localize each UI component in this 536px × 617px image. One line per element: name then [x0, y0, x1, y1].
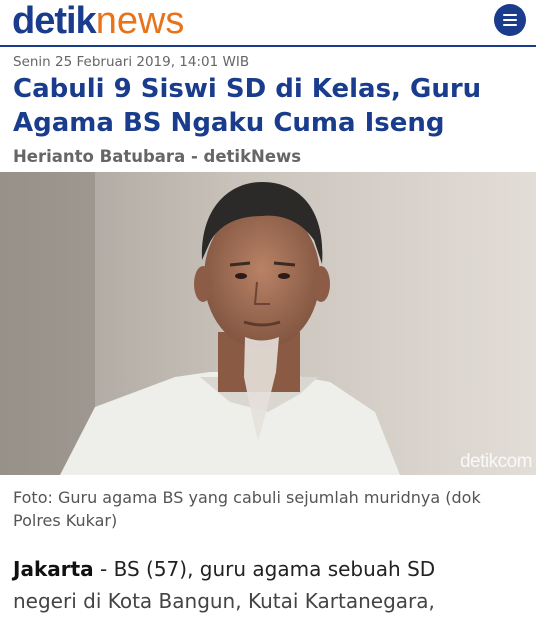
site-header: detiknews: [0, 0, 536, 45]
lead-location: Jakarta: [13, 557, 94, 581]
detiknews-logo[interactable]: detiknews: [12, 0, 184, 43]
article-author: Herianto Batubara - detikNews: [13, 147, 302, 166]
photo-illustration: [0, 172, 536, 475]
photo-watermark: detikcom: [459, 451, 533, 472]
lead-text-line2: negeri di Kota Bangun, Kutai Kartanegara…: [13, 589, 435, 613]
header-divider: [0, 45, 536, 47]
photo-caption: Foto: Guru agama BS yang cabuli sejumlah…: [13, 488, 481, 530]
menu-line: [503, 24, 517, 26]
article-photo[interactable]: detikcom: [0, 172, 536, 475]
article-date: Senin 25 Februari 2019, 14:01 WIB: [13, 54, 250, 70]
logo-part-detik: detik: [12, 0, 97, 42]
menu-line: [503, 19, 517, 21]
logo-part-news: news: [95, 0, 185, 42]
hamburger-menu-icon[interactable]: [494, 4, 526, 36]
article-lead: Jakarta - BS (57), guru agama sebuah SD n…: [13, 553, 528, 617]
lead-text: - BS (57), guru agama sebuah SD: [93, 557, 436, 581]
article-title: Cabuli 9 Siswi SD di Kelas, Guru Agama B…: [13, 74, 482, 138]
menu-line: [503, 14, 517, 16]
